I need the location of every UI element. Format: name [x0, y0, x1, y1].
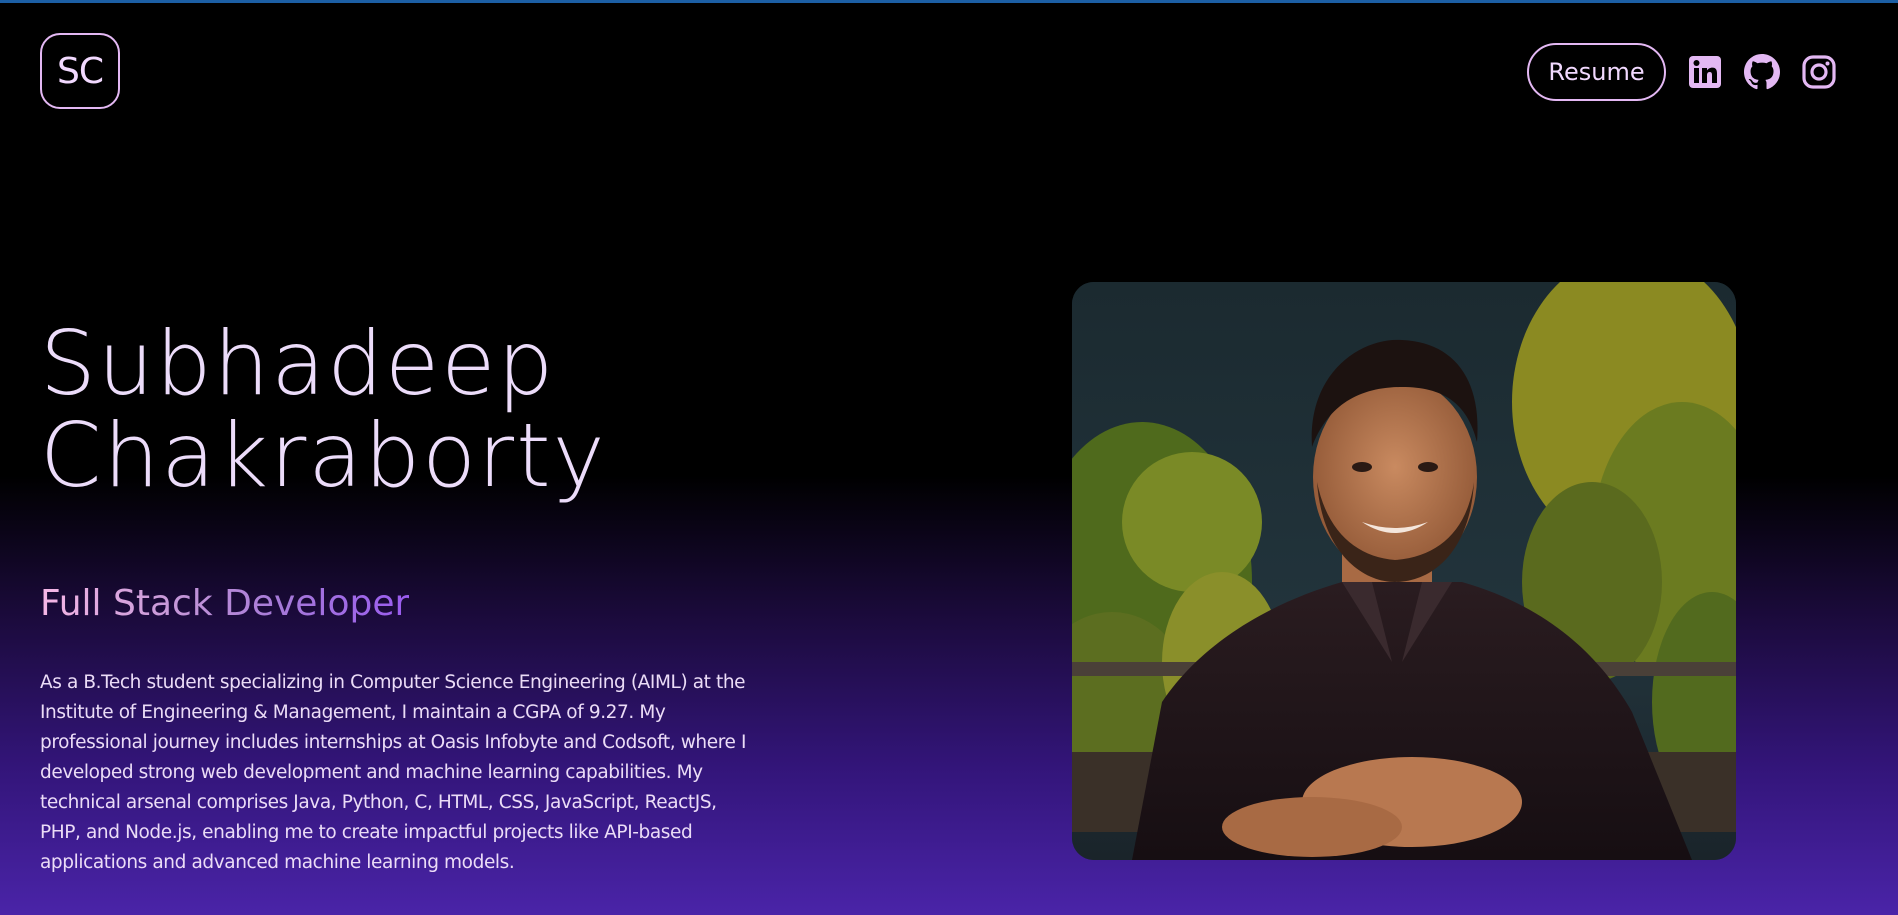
role-subtitle: Full Stack Developer — [40, 580, 409, 628]
top-accent-line — [0, 0, 1898, 3]
last-name: Chakraborty — [40, 404, 607, 507]
page-title: Subhadeep Chakraborty — [40, 318, 607, 502]
bio-paragraph: As a B.Tech student specializing in Comp… — [40, 672, 747, 873]
resume-button[interactable]: Resume — [1527, 43, 1666, 101]
header-nav: Resume — [1527, 43, 1858, 101]
first-name: Subhadeep — [40, 312, 556, 415]
profile-photo — [1072, 282, 1736, 860]
logo[interactable]: SC — [40, 33, 120, 109]
instagram-icon[interactable] — [1801, 54, 1837, 90]
linkedin-icon[interactable] — [1687, 54, 1723, 90]
github-icon[interactable] — [1744, 54, 1780, 90]
